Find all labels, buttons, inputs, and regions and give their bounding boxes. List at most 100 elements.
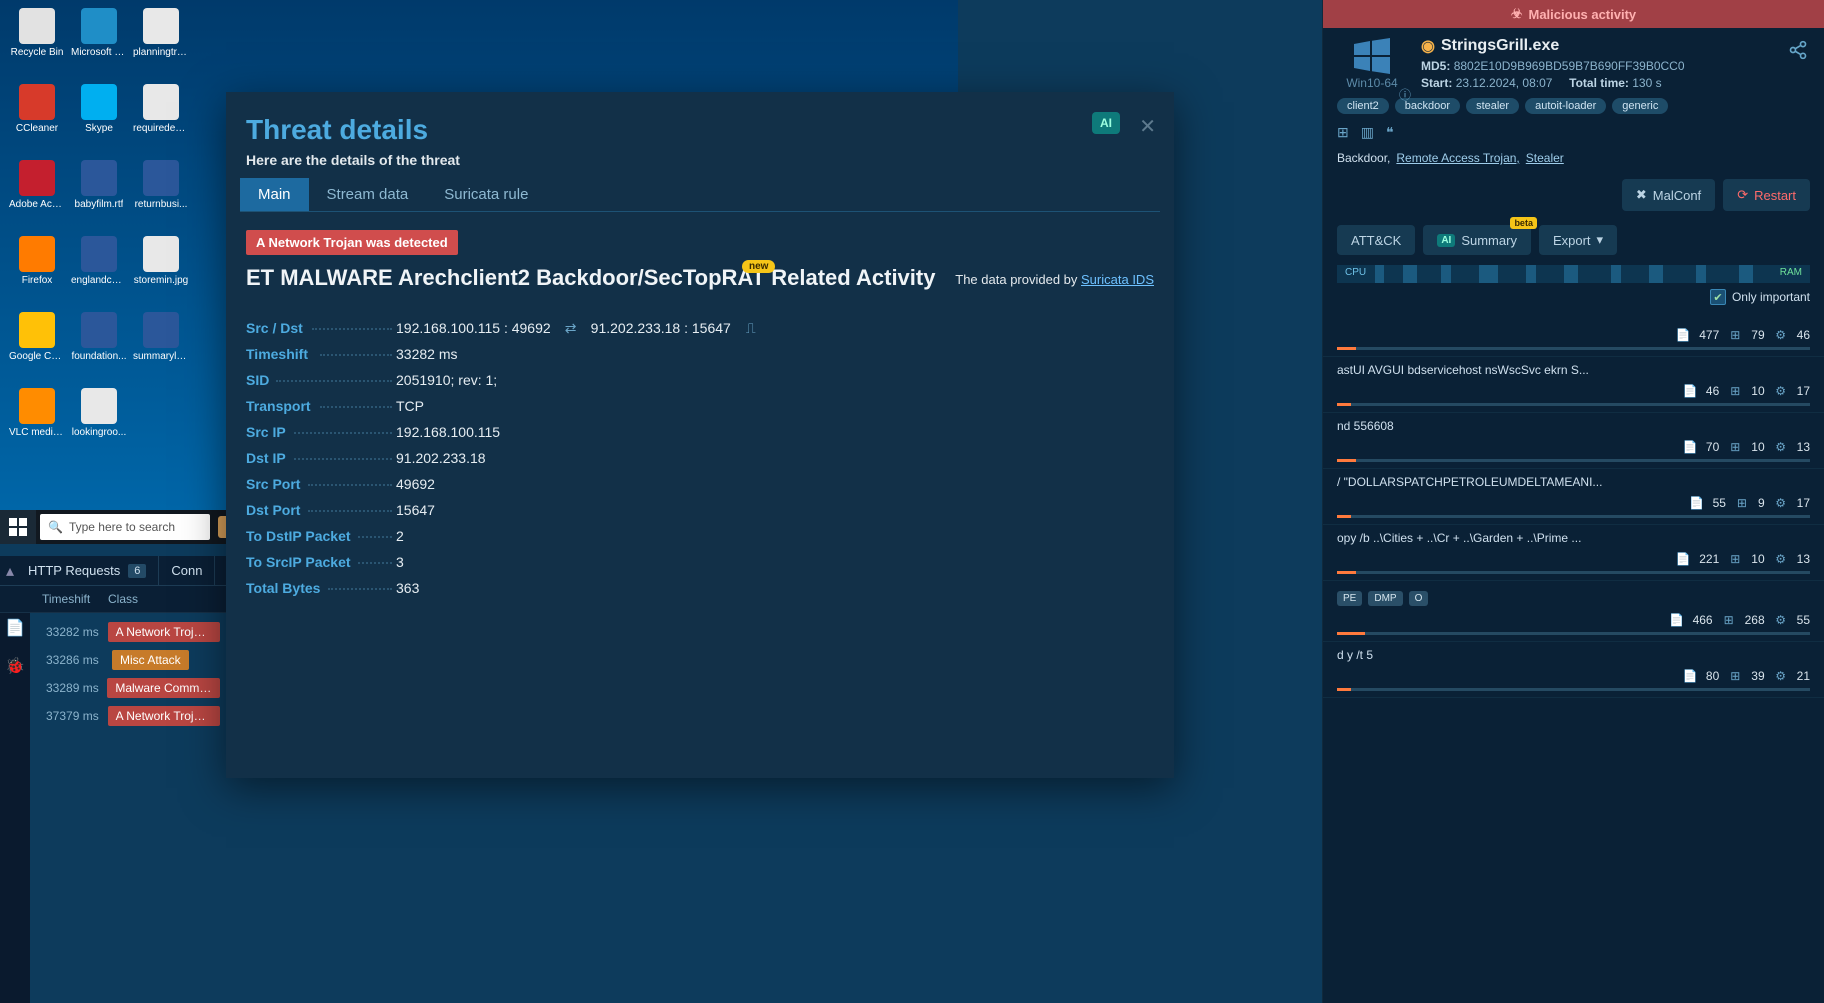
desktop-icon[interactable]: Google Chrome	[8, 312, 66, 382]
desktop-icon[interactable]: foundation...	[70, 312, 128, 382]
total-time-label: Total time:	[1569, 76, 1629, 90]
tag[interactable]: generic	[1612, 98, 1668, 114]
wrench-icon: ✖	[1636, 187, 1647, 203]
share-icon[interactable]	[1788, 40, 1808, 60]
detail-label: To DstIP Packet	[246, 528, 396, 544]
tab-http-requests[interactable]: HTTP Requests 6	[16, 556, 159, 586]
tool-icon-3[interactable]: ❝	[1386, 124, 1394, 141]
summary-button[interactable]: AI Summary beta	[1423, 225, 1531, 255]
desktop-icon[interactable]: storemin.jpg	[132, 236, 190, 306]
icon-label: storemin.jpg	[134, 275, 188, 286]
swap-icon: ⇄	[563, 320, 579, 336]
threat-row[interactable]: 37379 msA Network Trojan w	[36, 702, 230, 730]
desktop-icon[interactable]: Adobe Acrobat	[8, 160, 66, 230]
export-button[interactable]: Export ▾	[1539, 225, 1617, 255]
app-icon	[143, 84, 179, 120]
detail-value: TCP	[396, 398, 424, 414]
process-stats: 📄80⊞39⚙21	[1337, 668, 1810, 684]
tab-stream-data[interactable]: Stream data	[309, 178, 427, 211]
alert-badge: A Network Trojan was detected	[246, 230, 458, 255]
medal-icon: ◉	[1421, 36, 1435, 56]
desktop-icon[interactable]: CCleaner	[8, 84, 66, 154]
provider-prefix: The data provided by	[955, 272, 1081, 287]
detail-row: SID2051910; rev: 1;	[246, 367, 1154, 393]
tag[interactable]: stealer	[1466, 98, 1519, 114]
taskbar-search[interactable]: 🔍 Type here to search	[40, 514, 210, 540]
app-icon	[143, 160, 179, 196]
caret-up-icon[interactable]: ▴	[0, 561, 16, 581]
info-icon[interactable]: ⓘ	[1399, 86, 1411, 103]
beta-badge: beta	[1510, 217, 1537, 229]
desktop-icon[interactable]: lookingroo...	[70, 388, 128, 458]
malconf-button[interactable]: ✖ MalConf	[1622, 179, 1715, 211]
desktop-icon[interactable]: summarylo...	[132, 312, 190, 382]
threat-row[interactable]: 33289 msMalware Command	[36, 674, 230, 702]
desktop-icon[interactable]: returnbusi...	[132, 160, 190, 230]
tab-connections[interactable]: Conn	[159, 556, 215, 586]
bug-icon[interactable]: 🐞	[5, 656, 25, 676]
process-item[interactable]: PEDMPO📄466⊞268⚙55	[1323, 581, 1824, 642]
document-icon[interactable]: 📄	[5, 618, 25, 638]
ai-chip: AI	[1437, 234, 1455, 247]
app-icon	[19, 236, 55, 272]
tab-main[interactable]: Main	[240, 178, 309, 211]
indicator-link-rat[interactable]: Remote Access Trojan,	[1396, 151, 1519, 165]
stat-icon: ⊞	[1727, 327, 1743, 343]
process-item[interactable]: d y /t 5📄80⊞39⚙21	[1323, 642, 1824, 698]
start-label: Start:	[1421, 76, 1452, 90]
desktop-icon[interactable]: requiredevi...	[132, 84, 190, 154]
col-class: Class	[108, 592, 138, 606]
chip: O	[1409, 591, 1429, 606]
start-button[interactable]	[0, 510, 36, 544]
process-bar	[1337, 571, 1810, 574]
close-icon[interactable]: ✕	[1139, 114, 1156, 139]
desktop-icon[interactable]: Firefox	[8, 236, 66, 306]
icon-label: returnbusi...	[135, 199, 188, 210]
desktop-icon[interactable]: VLC media player	[8, 388, 66, 458]
attck-button[interactable]: ATT&CK	[1337, 225, 1415, 255]
process-title: / "DOLLARSPATCHPETROLEUMDELTAMEANI...	[1337, 475, 1810, 489]
stat-icon: ⚙	[1773, 327, 1789, 343]
provider-link[interactable]: Suricata IDS	[1081, 272, 1154, 287]
md5-label: MD5:	[1421, 59, 1450, 73]
banner-text: Malicious activity	[1529, 7, 1637, 22]
stat-icon: 📄	[1669, 612, 1685, 628]
stat-icon: 📄	[1689, 495, 1705, 511]
threat-row[interactable]: 33286 msMisc Attack	[36, 646, 230, 674]
restart-button[interactable]: ⟳ Restart	[1723, 179, 1810, 211]
tag[interactable]: autoit-loader	[1525, 98, 1606, 114]
tool-icon-1[interactable]: ⊞	[1337, 124, 1349, 141]
export-label: Export	[1553, 233, 1591, 248]
desktop-icon[interactable]: babyfilm.rtf	[70, 160, 128, 230]
app-icon	[81, 84, 117, 120]
process-item[interactable]: astUI AVGUI bdservicehost nsWscSvc ekrn …	[1323, 357, 1824, 413]
process-item[interactable]: / "DOLLARSPATCHPETROLEUMDELTAMEANI...📄55…	[1323, 469, 1824, 525]
ram-label: RAM	[1780, 267, 1802, 278]
tab-suricata-rule[interactable]: Suricata rule	[426, 178, 546, 211]
tool-icon-2[interactable]: ▥	[1361, 124, 1374, 141]
tag[interactable]: client2	[1337, 98, 1389, 114]
desktop-icon[interactable]: planningtra...	[132, 8, 190, 78]
stat-icon: ⚙	[1773, 495, 1789, 511]
process-item[interactable]: 📄477⊞79⚙46	[1323, 315, 1824, 357]
desktop-icon[interactable]: Skype	[70, 84, 128, 154]
pulse-icon[interactable]: ⎍	[743, 320, 759, 336]
desktop-icon[interactable]: englandca.rtf	[70, 236, 128, 306]
only-important-toggle[interactable]: ✔ Only important	[1323, 283, 1824, 311]
desktop-icon[interactable]: Recycle Bin	[8, 8, 66, 78]
ai-badge[interactable]: AI	[1092, 112, 1120, 134]
stat-value: 10	[1751, 384, 1764, 398]
detail-label: Transport	[246, 398, 396, 414]
stat-icon: ⚙	[1773, 439, 1789, 455]
desktop-icon[interactable]: Microsoft Edge	[70, 8, 128, 78]
process-item[interactable]: opy /b ..\Cities + ..\Cr + ..\Garden + .…	[1323, 525, 1824, 581]
stat-icon: ⊞	[1727, 668, 1743, 684]
threat-row[interactable]: 33282 msA Network Trojan w	[36, 618, 230, 646]
row-src-dst: Src / Dst 192.168.100.115 : 49692 ⇄ 91.2…	[246, 315, 1154, 341]
process-item[interactable]: nd 556608📄70⊞10⚙13	[1323, 413, 1824, 469]
tab-count: 6	[128, 564, 146, 578]
class-badge: Malware Command	[107, 678, 220, 698]
process-bar	[1337, 459, 1810, 462]
analysis-tabs: ATT&CK AI Summary beta Export ▾	[1323, 221, 1824, 259]
indicator-link-stealer[interactable]: Stealer	[1526, 151, 1564, 165]
